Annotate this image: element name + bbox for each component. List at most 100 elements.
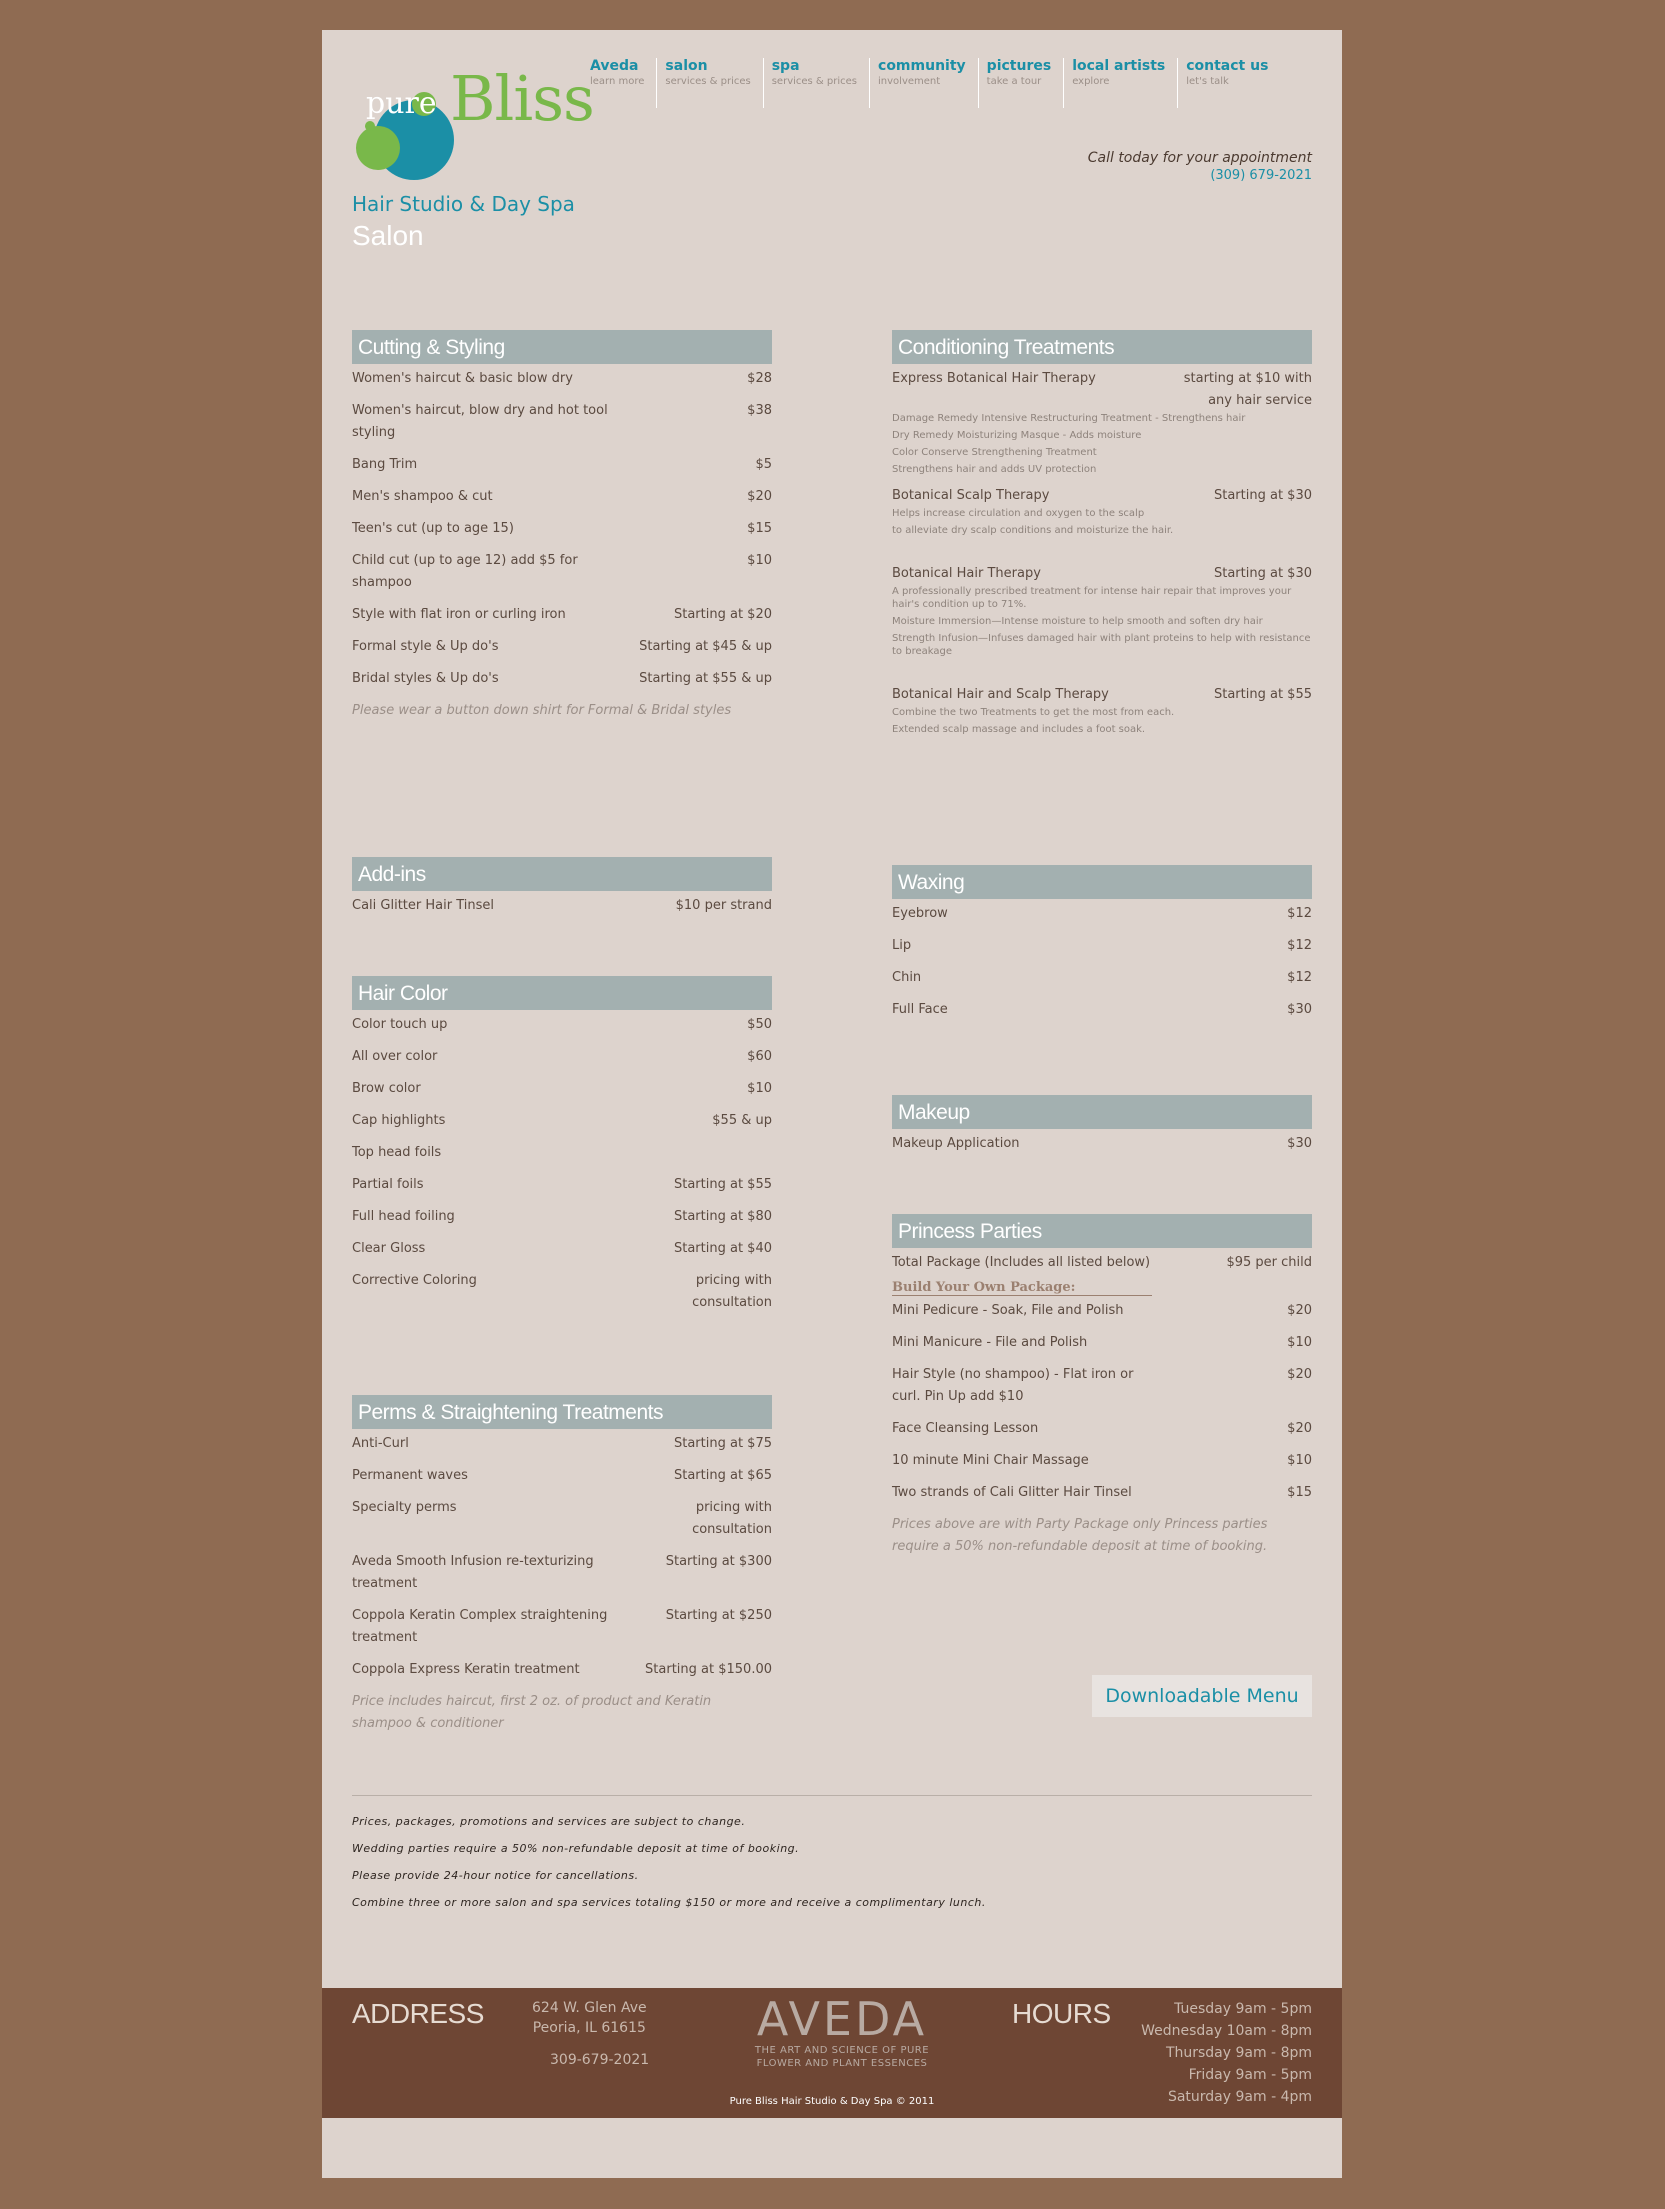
- service-name: Partial foils: [352, 1177, 424, 1192]
- price-row: Anti-Curl Starting at $75: [352, 1433, 772, 1455]
- aveda-logo[interactable]: AVEDA THE ART AND SCIENCE OF PURE FLOWER…: [742, 1994, 942, 2070]
- hours-line: Wednesday 10am - 8pm: [1141, 2023, 1312, 2039]
- service-name: Total Package (Includes all listed below…: [892, 1255, 1151, 1270]
- service-name: Bridal styles & Up do's: [352, 671, 499, 686]
- section-note: Price includes haircut, first 2 oz. of p…: [352, 1694, 712, 1731]
- service-price: $10: [1287, 1335, 1312, 1350]
- service-price: Starting at $55: [673, 1177, 772, 1192]
- service-name: Coppola Express Keratin treatment: [352, 1662, 580, 1677]
- price-row: Color touch up $50: [352, 1014, 772, 1036]
- logo[interactable]: pure Bliss Hair Studio & Day Spa: [352, 60, 595, 216]
- nav-item-spa[interactable]: spa services & prices: [764, 58, 871, 108]
- service-name: Full Face: [892, 1002, 948, 1017]
- price-row: 10 minute Mini Chair Massage $10: [892, 1450, 1312, 1472]
- service-price: $60: [747, 1049, 772, 1064]
- nav-title: salon: [665, 58, 708, 74]
- service-price: Starting at $55: [1213, 687, 1312, 702]
- service-name: Brow color: [352, 1081, 421, 1096]
- price-row: Full head foiling Starting at $80: [352, 1206, 772, 1228]
- price-row: Makeup Application $30: [892, 1133, 1312, 1155]
- service-price: starting at $10 with any hair service: [1183, 371, 1312, 408]
- nav-subtitle: let's talk: [1186, 76, 1229, 87]
- price-row: Formal style & Up do's Starting at $45 & …: [352, 636, 772, 658]
- section-makeup: Makeup Makeup Application $30: [892, 1095, 1312, 1165]
- footer-phone[interactable]: 309-679-2021: [550, 2052, 649, 2068]
- nav-title: spa: [771, 58, 800, 74]
- section-perms-straightening: Perms & Straightening Treatments Anti-Cu…: [352, 1395, 772, 1735]
- policy-line: Combine three or more salon and spa serv…: [352, 1896, 986, 1909]
- price-row: All over color $60: [352, 1046, 772, 1068]
- call-text: Call today for your appointment: [1087, 150, 1312, 166]
- downloadable-menu-button[interactable]: Downloadable Menu: [1092, 1675, 1312, 1717]
- address-label: ADDRESS: [352, 1998, 484, 2029]
- nav-item-local-artists[interactable]: local artists explore: [1064, 58, 1179, 108]
- service-name: Aveda Smooth Infusion re-texturizing tre…: [352, 1554, 594, 1591]
- call-to-action: Call today for your appointment (309) 67…: [1088, 150, 1312, 183]
- nav-item-aveda[interactable]: Aveda learn more: [582, 58, 658, 108]
- price-row: Lip $12: [892, 935, 1312, 957]
- service-name: Eyebrow: [892, 906, 948, 921]
- service-name: All over color: [352, 1049, 438, 1064]
- logo-text-pure: pure: [366, 86, 437, 121]
- call-phone-link[interactable]: (309) 679-2021: [1088, 168, 1312, 183]
- price-row: Child cut (up to age 12) add $5 for sham…: [352, 550, 772, 594]
- address-line: Peoria, IL 61615: [532, 2020, 646, 2036]
- treatment-desc: Combine the two Treatments to get the mo…: [892, 707, 1175, 718]
- main-nav: Aveda learn more salon services & prices…: [582, 58, 1280, 108]
- service-price: $20: [1287, 1421, 1312, 1436]
- service-name: Top head foils: [352, 1145, 442, 1160]
- address-line: 624 W. Glen Ave: [532, 2000, 647, 2016]
- treatment-desc: Extended scalp massage and includes a fo…: [892, 724, 1146, 735]
- treatment-desc: Helps increase circulation and oxygen to…: [892, 508, 1145, 519]
- price-row: Clear Gloss Starting at $40: [352, 1238, 772, 1260]
- service-name: Coppola Keratin Complex straightening tr…: [352, 1608, 608, 1645]
- service-price: Starting at $75: [673, 1436, 772, 1451]
- service-name: Face Cleansing Lesson: [892, 1421, 1039, 1436]
- treatment-row: Botanical Scalp Therapy Starting at $30: [892, 485, 1312, 507]
- price-row: Eyebrow $12: [892, 903, 1312, 925]
- copyright: Pure Bliss Hair Studio & Day Spa © 2011: [729, 2096, 935, 2107]
- service-name: Men's shampoo & cut: [352, 489, 493, 504]
- nav-item-community[interactable]: community involvement: [870, 58, 979, 108]
- treatment-desc: Color Conserve Strengthening Treatment: [892, 447, 1097, 458]
- section-addins: Add-ins Cali Glitter Hair Tinsel $10 per …: [352, 857, 772, 927]
- service-name: Clear Gloss: [352, 1241, 426, 1256]
- service-name: Specialty perms: [352, 1500, 457, 1515]
- aveda-wordmark: AVEDA: [756, 1992, 928, 2046]
- service-price: Starting at $300: [665, 1554, 772, 1569]
- service-name: Mini Manicure - File and Polish: [892, 1335, 1088, 1350]
- nav-title: community: [878, 58, 966, 74]
- section-header: Conditioning Treatments: [892, 330, 1312, 364]
- service-name: Two strands of Cali Glitter Hair Tinsel: [892, 1485, 1132, 1500]
- section-cutting-styling: Cutting & Styling Women's haircut & basi…: [352, 330, 772, 722]
- nav-item-salon[interactable]: salon services & prices: [657, 58, 764, 108]
- nav-item-contact-us[interactable]: contact us let's talk: [1178, 58, 1280, 108]
- service-price: Starting at $80: [673, 1209, 772, 1224]
- service-name: Lip: [892, 938, 912, 953]
- section-note: Please wear a button down shirt for Form…: [352, 703, 732, 718]
- service-price: $50: [747, 1017, 772, 1032]
- service-price: Starting at $65: [673, 1468, 772, 1483]
- service-name: Cap highlights: [352, 1113, 446, 1128]
- service-price: Starting at $250: [665, 1608, 772, 1623]
- price-row: Coppola Express Keratin treatment Startin…: [352, 1659, 772, 1681]
- service-name: Botanical Hair Therapy: [892, 566, 1041, 581]
- logo-text-bliss: Bliss: [450, 62, 595, 135]
- nav-subtitle: explore: [1072, 76, 1110, 87]
- treatment-desc: to alleviate dry scalp conditions and mo…: [892, 525, 1174, 536]
- price-row: Specialty perms pricing with consultation: [352, 1497, 772, 1541]
- section-note: Prices above are with Party Package only…: [892, 1517, 1268, 1554]
- price-row: Brow color $10: [352, 1078, 772, 1100]
- service-price: pricing with consultation: [692, 1500, 772, 1537]
- price-row: Hair Style (no shampoo) - Flat iron or c…: [892, 1364, 1312, 1408]
- treatment-row: Botanical Hair and Scalp Therapy Startin…: [892, 684, 1312, 706]
- price-row: Bridal styles & Up do's Starting at $55 &…: [352, 668, 772, 690]
- service-price: $95 per child: [1226, 1255, 1312, 1270]
- service-price: Starting at $30: [1213, 488, 1312, 503]
- service-price: Starting at $55 & up: [639, 671, 772, 686]
- service-name: Mini Pedicure - Soak, File and Polish: [892, 1303, 1124, 1318]
- section-header: Waxing: [892, 865, 1312, 899]
- hours-line: Friday 9am - 5pm: [1188, 2067, 1312, 2083]
- hours-line: Thursday 9am - 8pm: [1165, 2045, 1312, 2061]
- nav-item-pictures[interactable]: pictures take a tour: [979, 58, 1065, 108]
